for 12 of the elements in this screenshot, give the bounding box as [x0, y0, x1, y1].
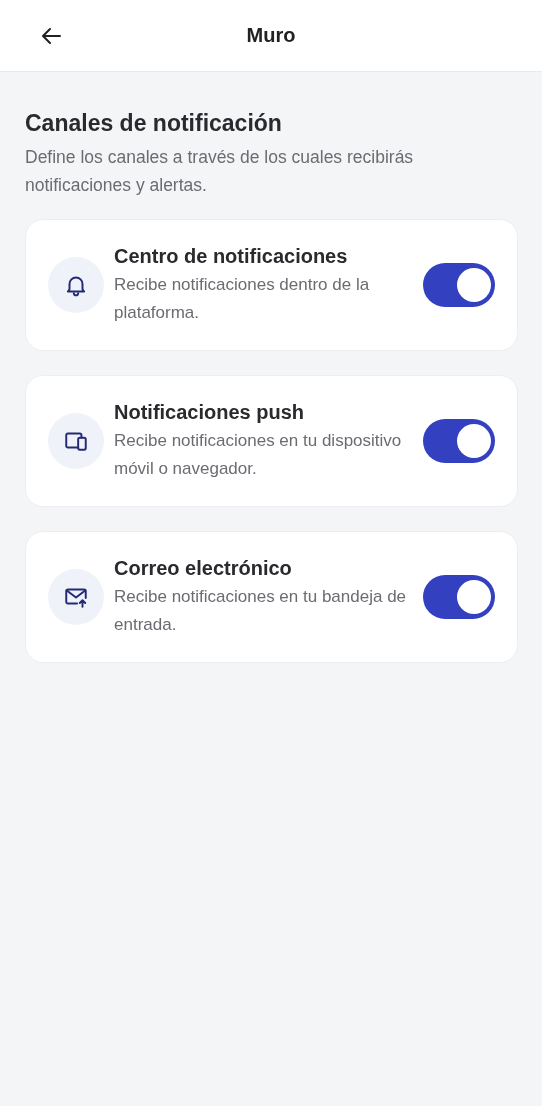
- channel-description: Recibe notificaciones en tu dispositivo móvil o navegador.: [114, 430, 403, 480]
- channel-title: Centro de notificaciones: [114, 244, 349, 269]
- section-description: Define los canales a través de los cuales recibirás notificaciones y alertas.: [25, 146, 415, 197]
- section-title: Canales de notificación: [25, 110, 283, 137]
- channel-description: Recibe notificaciones en tu bandeja de entrada.: [114, 586, 408, 636]
- channel-description: Recibe notificaciones dentro de la plataforma.: [114, 274, 371, 324]
- toggle-switch[interactable]: [423, 263, 495, 307]
- page-title: Muro: [246, 24, 296, 47]
- toggle-switch[interactable]: [423, 419, 495, 463]
- channel-title: Notificaciones push: [114, 400, 306, 425]
- toggle-switch[interactable]: [423, 575, 495, 619]
- channel-title: Correo electrónico: [114, 556, 293, 581]
